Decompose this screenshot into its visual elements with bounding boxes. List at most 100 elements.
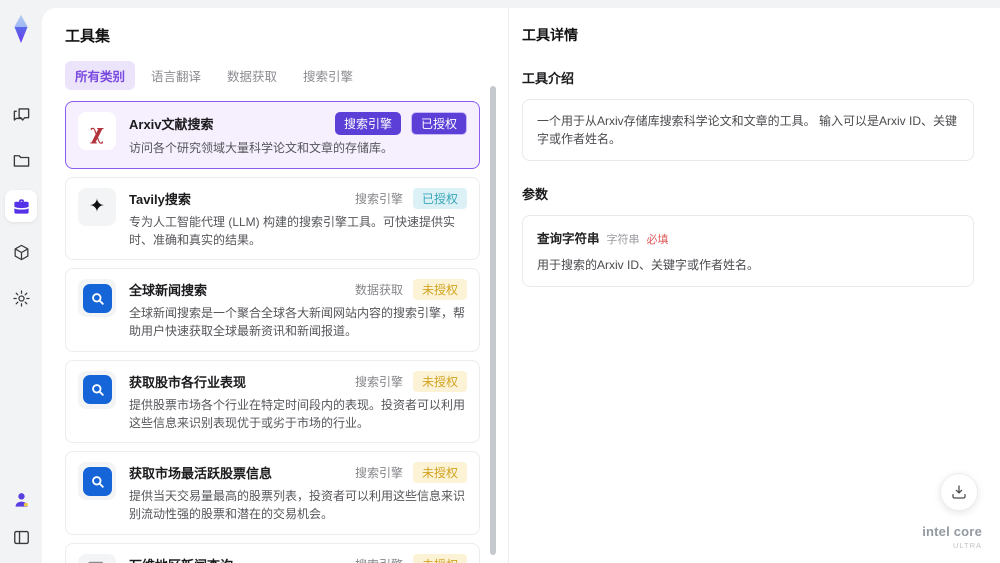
tool-name: Tavily搜索 [129,191,191,207]
tool-status-badge: 已授权 [412,187,467,209]
detail-title: 工具详情 [522,27,578,43]
sidebar-item-account[interactable] [5,483,37,515]
app-window: 工具集 所有类别 语言翻译 数据获取 搜索引擎 χ Arxiv文献搜索 搜索引擎 已授… [0,0,1000,563]
intro-text: 一个用于从Arxiv存储库搜索科学论文和文章的工具。 输入可以是Arxiv ID… [537,114,958,146]
newspaper-icon [85,558,109,563]
sidebar-item-chat[interactable] [5,98,37,130]
param-required-badge: 必填 [646,234,669,246]
tool-card-top-row: Tavily搜索 搜索引擎 已授权 [129,187,467,209]
briefcase-icon [13,198,29,214]
tool-card[interactable]: ✦ Tavily搜索 搜索引擎 已授权 专为人工智能代理 (LLM) 构建的搜索… [65,176,480,261]
tool-icon [78,279,116,318]
sidebar-item-files[interactable] [5,144,37,176]
cube-icon [14,244,28,260]
params-heading: 参数 [522,187,549,202]
tool-card-top-row: 全球新闻搜索 数据获取 未授权 [129,279,467,301]
intro-heading: 工具介绍 [522,71,575,86]
tool-tags: 搜索引擎 未授权 [354,370,467,392]
sidebar-item-models[interactable] [5,236,37,268]
arxiv-chi-icon: χ [90,118,104,144]
page-title: 工具集 [65,28,111,45]
tool-card-body: 获取股市各行业表现 搜索引擎 未授权 提供股票市场各个行业在特定时间段内的表现。… [129,370,467,433]
tool-description: 专为人工智能代理 (LLM) 构建的搜索引擎工具。可快速提供实时、准确和真实的结… [129,214,456,247]
tool-card[interactable]: 获取股市各行业表现 搜索引擎 未授权 提供股票市场各个行业在特定时间段内的表现。… [65,359,480,444]
tool-tags: 搜索引擎 未授权 [355,553,467,563]
app-logo [6,12,36,46]
tool-card[interactable]: 全球新闻搜索 数据获取 未授权 全球新闻搜索是一个聚合全球各大新闻网站内容的搜索… [65,268,480,352]
tool-status-badge: 未授权 [412,462,467,484]
intro-box: 一个用于从Arxiv存储库搜索科学论文和文章的工具。 输入可以是Arxiv ID… [522,99,974,161]
folder-icon [13,154,29,167]
tool-icon [78,553,116,563]
tool-card[interactable]: 获取市场最活跃股票信息 搜索引擎 未授权 提供当天交易量最高的股票列表，投资者可… [65,451,480,535]
tool-category-tag: 搜索引擎 [354,191,403,206]
tool-description: 提供当天交易量最高的股票列表，投资者可以利用这些信息来识别流动性强的股票和潜在的… [129,489,466,521]
gear-icon [12,289,30,307]
tool-category-tag: 搜索引擎 [355,556,403,563]
tool-description: 访问各个研究领域大量科学论文和文章的存储库。 [129,141,394,155]
tool-card-body: Arxiv文献搜索 搜索引擎 已授权 访问各个研究领域大量科学论文和文章的存储库… [129,112,467,158]
param-description: 用于搜索的Arxiv ID、关键字或作者姓名。 [537,258,760,272]
category-tabs: 所有类别 语言翻译 数据获取 搜索引擎 [65,61,508,90]
tool-description: 全球新闻搜索是一个聚合全球各大新闻网站内容的搜索引擎，帮助用户快速获取全球最新资… [129,306,466,338]
sidebar [0,0,42,563]
blue-search-icon [82,283,112,313]
tool-tags: 数据获取 未授权 [354,279,467,301]
category-tab[interactable]: 所有类别 [65,61,136,90]
tool-name: 获取股市各行业表现 [129,374,247,390]
tool-icon: ✦ [78,187,116,226]
category-tab[interactable]: 语言翻译 [141,61,211,90]
tool-description: 提供股票市场各个行业在特定时间段内的表现。投资者可以利用这些信息来识别表现优于或… [129,397,466,430]
tool-card-body: 全球新闻搜索 数据获取 未授权 全球新闻搜索是一个聚合全球各大新闻网站内容的搜索… [129,279,467,341]
intel-core-logo: intel core ULTRA [922,524,982,550]
tool-list-panel: 工具集 所有类别 语言翻译 数据获取 搜索引擎 χ Arxiv文献搜索 搜索引擎 已授… [42,8,508,563]
tool-card-body: 获取市场最活跃股票信息 搜索引擎 未授权 提供当天交易量最高的股票列表，投资者可… [129,462,467,524]
param-box: 查询字符串 字符串 必填 用于搜索的Arxiv ID、关键字或作者姓名。 [522,215,974,287]
sidebar-bottom [0,483,42,553]
tool-status-badge: 已授权 [410,112,467,135]
sidebar-nav [5,98,37,314]
tool-tags: 搜索引擎 已授权 [354,187,467,209]
intel-core-brand-text: intel core [922,523,982,539]
tool-card[interactable]: 万维地区新闻查询 搜索引擎 未授权 查询具体行政区划内的新闻，快速了解各地新闻动… [65,542,480,563]
tool-status-badge: 未授权 [412,553,467,563]
sidebar-item-tools[interactable] [5,190,37,222]
param-name: 查询字符串 [537,232,600,246]
tool-card-body: 万维地区新闻查询 搜索引擎 未授权 查询具体行政区划内的新闻，快速了解各地新闻动… [129,553,467,563]
tool-icon: χ [78,112,116,150]
tool-list: χ Arxiv文献搜索 搜索引擎 已授权 访问各个研究领域大量科学论文和文章的存… [65,101,480,563]
tool-name: Arxiv文献搜索 [129,117,214,132]
main-content: 工具集 所有类别 语言翻译 数据获取 搜索引擎 χ Arxiv文献搜索 搜索引擎 已授… [42,8,1000,563]
download-icon [952,485,966,499]
tool-tags: 搜索引擎 已授权 [334,112,467,135]
blue-search-icon [82,375,112,405]
logo-gem-icon [14,15,28,43]
collapse-panel-icon [13,530,29,544]
tool-card-top-row: Arxiv文献搜索 搜索引擎 已授权 [129,112,467,135]
sidebar-item-settings[interactable] [5,282,37,314]
tool-name: 获取市场最活跃股票信息 [129,466,273,482]
intel-core-sub-text: ULTRA [952,540,982,550]
tool-name: 全球新闻搜索 [129,283,208,299]
tool-category-tag: 数据获取 [354,283,403,298]
list-scrollbar[interactable] [490,86,496,555]
category-tab[interactable]: 数据获取 [217,61,287,90]
category-tab[interactable]: 搜索引擎 [293,61,363,90]
tool-card-top-row: 万维地区新闻查询 搜索引擎 未授权 [129,553,467,563]
tool-status-badge: 未授权 [412,370,467,392]
tool-icon [78,370,116,409]
tool-card-top-row: 获取股市各行业表现 搜索引擎 未授权 [129,370,467,392]
download-button[interactable] [940,473,978,511]
tool-card[interactable]: χ Arxiv文献搜索 搜索引擎 已授权 访问各个研究领域大量科学论文和文章的存… [65,101,480,169]
sidebar-item-collapse[interactable] [5,521,37,553]
user-avatar-icon [15,492,28,507]
tool-category-tag: 搜索引擎 [354,466,403,481]
tool-category-tag: 搜索引擎 [354,374,403,389]
tool-status-badge: 未授权 [412,279,467,301]
blue-search-icon [82,466,112,496]
tool-icon [78,462,116,501]
param-type: 字符串 [606,234,640,246]
chat-icon [13,107,29,121]
tool-detail-panel: 工具详情 工具介绍 一个用于从Arxiv存储库搜索科学论文和文章的工具。 输入可… [508,8,1000,563]
sparkle-icon: ✦ [89,196,105,218]
